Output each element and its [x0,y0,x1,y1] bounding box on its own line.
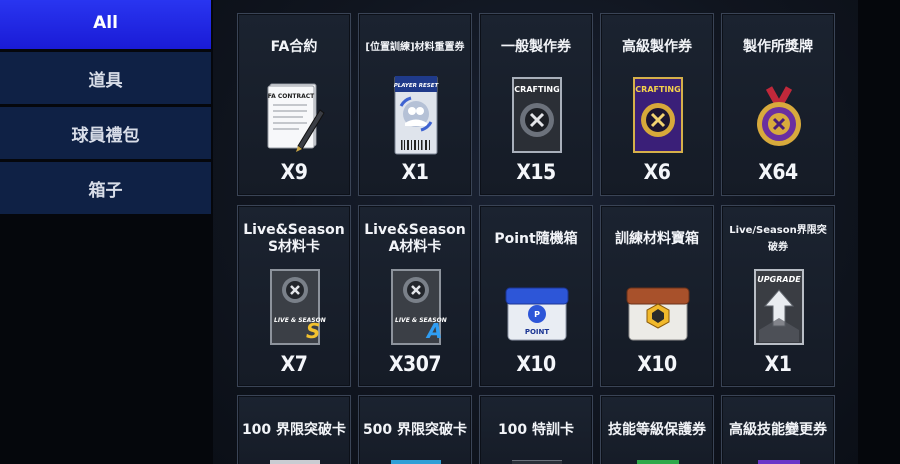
svg-text:P: P [534,310,540,319]
item-card-limit-break-500[interactable]: 500 界限突破卡 [358,395,472,464]
svg-text:POINT: POINT [525,328,550,336]
item-name: FA合約 [270,38,318,55]
item-name: 技能等級保護券 [608,421,706,438]
item-name: Live&Season A材料卡 [364,222,466,255]
skill-level-protect-ticket-icon [637,460,679,464]
item-name: 高級技能變更券 [729,421,827,438]
point-random-box-icon: P POINT [505,287,569,341]
svg-text:UPGRADE: UPGRADE [757,275,801,284]
item-name: Live&Season S材料卡 [243,222,345,255]
sidebar-item-boxes[interactable]: 箱子 [0,162,211,214]
sidebar-item-label: 箱子 [88,180,123,201]
item-quantity: X307 [388,352,442,376]
item-name: Live/Season界限突破券 [729,225,827,253]
inventory-grid: FA合約 FA CONTRACT X9 [位置訓練]材料重置券 PLAYER R… [213,0,858,464]
item-quantity: X7 [280,352,308,376]
premium-crafting-ticket-icon: CRAFTING [633,77,683,153]
sidebar-item-all[interactable]: All [0,0,211,49]
item-card-upgrade-ticket[interactable]: Live/Season界限突破券 UPGRADE X1 [721,205,835,387]
item-quantity: X15 [516,160,556,184]
upgrade-ticket-icon: UPGRADE [754,269,804,345]
training-material-chest-icon [626,287,690,341]
item-card-crafting-medal[interactable]: 製作所獎牌 X64 [721,13,835,196]
item-quantity: X10 [516,352,556,376]
svg-text:CRAFTING: CRAFTING [514,85,559,94]
item-card-point-random-box[interactable]: Point隨機箱 P POINT X10 [479,205,593,387]
item-name: 訓練材料寶箱 [615,230,699,247]
premium-skill-change-ticket-icon [758,460,800,464]
item-quantity: X6 [643,160,671,184]
item-name: 100 特訓卡 [497,421,575,438]
limit-break-card-500-icon [391,460,441,464]
item-name: 100 界限突破卡 [241,421,347,438]
item-card-crafting-ticket[interactable]: 一般製作券 CRAFTING X15 [479,13,593,196]
item-quantity: X64 [758,160,798,184]
item-name: 高級製作券 [622,38,692,55]
player-reset-ticket-icon: PLAYER RESET [394,76,440,155]
item-quantity: X1 [401,160,429,184]
item-card-skill-protect[interactable]: 技能等級保護券 [600,395,714,464]
item-name: 500 界限突破卡 [362,421,468,438]
item-name: Point隨機箱 [494,230,578,247]
item-card-player-reset[interactable]: [位置訓練]材料重置券 PLAYER RESET X1 [358,13,472,196]
svg-text:S: S [306,319,320,343]
live-season-a-card-icon: LIVE & SEASON A [391,269,447,345]
item-card-premium-skill-change[interactable]: 高級技能變更券 [721,395,835,464]
item-quantity: X10 [637,352,677,376]
svg-text:CRAFTING: CRAFTING [635,85,680,94]
item-card-live-season-a[interactable]: Live&Season A材料卡 LIVE & SEASON A X307 [358,205,472,387]
fa-contract-icon: FA CONTRACT [267,83,325,152]
item-quantity: X1 [764,352,792,376]
sidebar-item-items[interactable]: 道具 [0,52,211,104]
sidebar-item-label: 球員禮包 [71,125,140,146]
item-card-limit-break-100[interactable]: 100 界限突破卡 [237,395,351,464]
item-card-live-season-s[interactable]: Live&Season S材料卡 LIVE & SEASON S X7 [237,205,351,387]
sidebar-item-player-packs[interactable]: 球員禮包 [0,107,211,159]
item-card-special-training-100[interactable]: 100 特訓卡 [479,395,593,464]
item-name: [位置訓練]材料重置券 [365,41,465,53]
item-name: 製作所獎牌 [743,38,813,55]
sidebar-item-label: 道具 [88,70,123,91]
special-training-card-icon [512,460,562,464]
category-sidebar: All 道具 球員禮包 箱子 [0,0,212,464]
crafting-medal-icon [757,86,801,146]
svg-text:PLAYER RESET: PLAYER RESET [394,83,440,89]
crafting-ticket-icon: CRAFTING [512,77,562,153]
item-quantity: X9 [280,160,308,184]
limit-break-card-100-icon [270,460,320,464]
svg-text:A: A [425,319,442,343]
right-margin [858,0,900,464]
item-card-fa-contract[interactable]: FA合約 FA CONTRACT X9 [237,13,351,196]
live-season-s-card-icon: LIVE & SEASON S [270,269,326,345]
sidebar-item-label: All [93,13,118,33]
item-name: 一般製作券 [501,38,571,55]
svg-text:FA CONTRACT: FA CONTRACT [268,93,315,100]
item-card-training-chest[interactable]: 訓練材料寶箱 X10 [600,205,714,387]
item-card-premium-crafting-ticket[interactable]: 高級製作券 CRAFTING X6 [600,13,714,196]
